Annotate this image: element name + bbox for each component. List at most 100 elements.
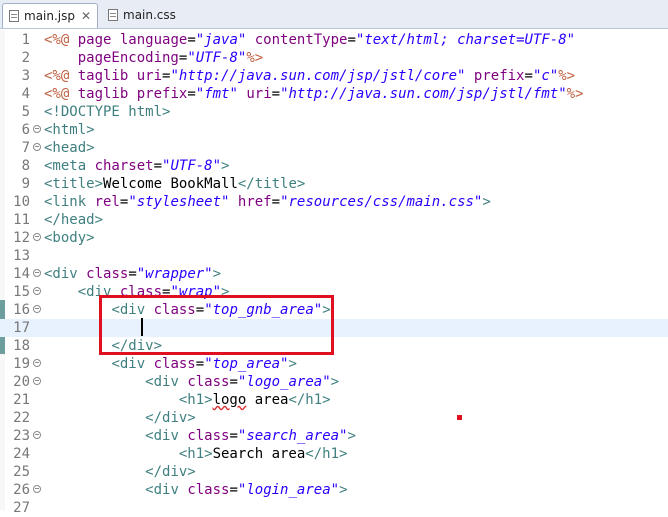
code-line[interactable]: 22 </div> [0,409,668,427]
code-token: > [330,374,340,390]
code-line[interactable]: 7 <head> [0,139,668,157]
code-token: <%@ [44,68,78,84]
fold-toggle-icon[interactable] [33,233,41,241]
code-line[interactable]: 10 <link rel="stylesheet" href="resources… [0,193,668,211]
code-line[interactable]: 8 <meta charset="UTF-8"> [0,157,668,175]
fold-toggle-icon[interactable] [33,431,41,439]
fold-toggle-icon[interactable] [33,485,41,493]
code-line[interactable]: 21 <h1>logo area</h1> [0,391,668,409]
code-line[interactable]: 6 <html> [0,121,668,139]
code-text: <%@ page language="java" contentType="te… [44,31,575,49]
code-text: <%@ taglib prefix="fmt" uri="http://java… [44,85,584,103]
line-number: 6 [21,122,30,138]
css-file-icon [108,9,118,21]
code-token: = [187,32,196,48]
code-line[interactable]: 25 </div> [0,463,668,481]
code-token: "http://java.sun.com/jsp/jstl/fmt" [280,86,567,102]
fold-toggle-icon[interactable] [33,143,41,151]
code-text: </head> [44,211,103,229]
line-number: 13 [13,248,30,264]
code-line[interactable]: 11 </head> [0,211,668,229]
code-token: "fmt" [195,86,238,102]
code-token: <html> [44,122,95,138]
code-text: <div class="search_area"> [44,427,356,445]
fold-toggle-icon[interactable] [33,305,41,313]
code-line[interactable]: 19 <div class="top_area"> [0,355,668,373]
line-number: 8 [21,158,30,174]
code-text: <%@ taglib uri = "http://java.sun.com/jsp/… [44,67,575,85]
code-token: "http://java.sun.com/jsp/jstl/core" [170,68,466,84]
code-text: <div class="logo_area"> [44,373,339,391]
code-token: rel [94,194,120,210]
code-token: <div [44,266,87,282]
code-text: <html> [44,121,95,139]
code-line[interactable]: 3 <%@ taglib uri = "http://java.sun.com/jsp… [0,67,668,85]
code-text: </div> [44,463,196,481]
line-number: 26 [13,482,30,498]
line-number: 2 [21,50,30,66]
code-token: <%@ [44,86,78,102]
code-token: prefix [136,86,188,102]
code-editor[interactable]: 1 <%@ page language="java" contentType="t… [0,30,668,516]
tab-main-jsp[interactable]: main.jsp ✕ [2,3,98,28]
code-token: <head> [44,140,95,156]
code-token: = [524,68,533,84]
code-token: class [86,266,129,282]
code-token: </head> [44,212,104,228]
code-line[interactable]: 14 <div class="wrapper"> [0,265,668,283]
annotation-box [99,295,334,355]
code-line[interactable]: 4 <%@ taglib prefix="fmt" uri="http://jav… [0,85,668,103]
code-token: <h1> [178,392,213,408]
code-token: <body> [44,230,95,246]
code-token: "search_area" [237,428,348,444]
code-line[interactable]: 13 [0,247,668,265]
line-number: 16 [13,302,30,318]
code-token: "UTF-8" [162,158,222,174]
editor-tab-bar: main.jsp ✕ main.css [0,0,668,29]
fold-toggle-icon[interactable] [33,125,41,133]
close-icon[interactable]: ✕ [81,9,91,23]
fold-toggle-icon[interactable] [33,269,41,277]
code-token: %> [566,86,584,102]
code-line[interactable]: 27 [0,499,668,517]
code-line[interactable]: 12 <body> [0,229,668,247]
code-line[interactable]: 20 <div class="logo_area"> [0,373,668,391]
code-line[interactable]: 1 <%@ page language="java" contentType="t… [0,31,668,49]
code-token: <title> [44,176,104,192]
code-token: <link [44,194,95,210]
code-token: "c" [532,68,559,84]
tab-label: main.css [123,8,176,22]
code-token: </title> [237,176,306,192]
code-token: page [77,32,120,48]
code-token: = [128,266,137,282]
fold-toggle-icon[interactable] [33,377,41,385]
code-token: prefix [465,68,525,84]
code-token: > [221,158,230,174]
code-line[interactable]: 24 <h1>Search area</h1> [0,445,668,463]
fold-toggle-icon[interactable] [33,287,41,295]
code-token: <div [145,482,188,498]
code-line[interactable]: 2 pageEncoding="UTF-8"%> [0,49,668,67]
code-token: charset [94,158,154,174]
code-text: <h1>Search area</h1> [44,445,348,463]
code-text: <title>Welcome BookMall</title> [44,175,305,193]
tab-main-css[interactable]: main.css [102,3,182,27]
code-line[interactable]: 26 <div class="login_area"> [0,481,668,499]
code-line[interactable]: 9 <title>Welcome BookMall</title> [0,175,668,193]
code-text: <head> [44,139,95,157]
code-text: <!DOCTYPE html> [44,103,170,121]
code-token: %> [246,50,264,66]
code-line[interactable]: 23 <div class="search_area"> [0,427,668,445]
code-token: contentType [246,32,348,48]
line-number: 3 [21,68,30,84]
code-token: = [229,374,238,390]
line-number: 5 [21,104,30,120]
code-line[interactable]: 5 <!DOCTYPE html> [0,103,668,121]
fold-toggle-icon[interactable] [33,359,41,367]
